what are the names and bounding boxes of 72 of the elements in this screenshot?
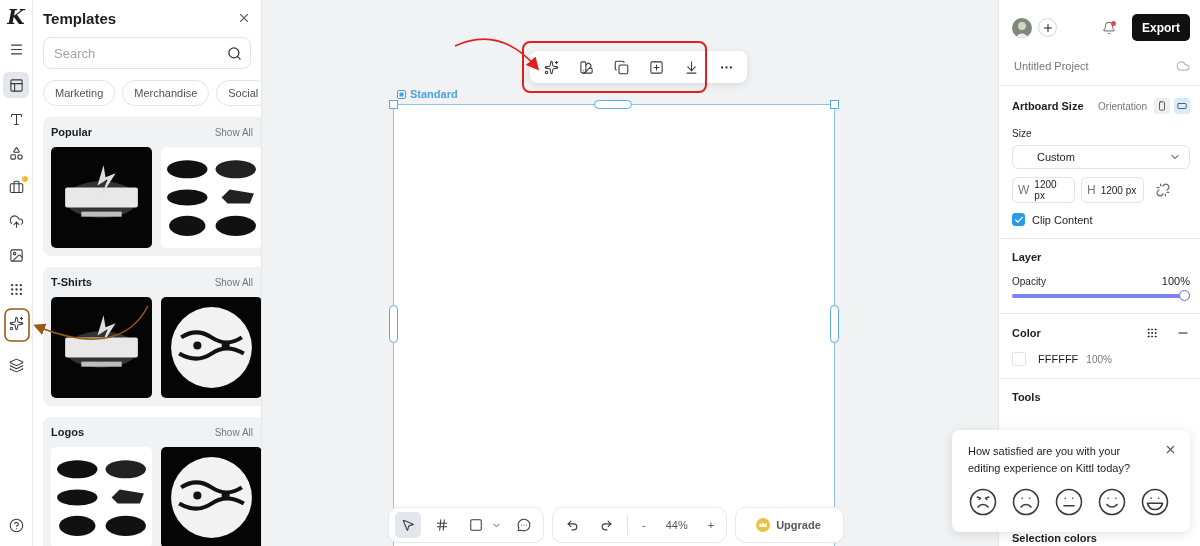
section-title: Popular (51, 126, 92, 138)
resize-handle[interactable] (389, 305, 398, 343)
briefcase-icon (8, 179, 24, 195)
section-title: T-Shirts (51, 276, 92, 288)
zoom-level: 44% (664, 519, 689, 531)
help-icon (8, 517, 24, 533)
avatar[interactable] (1012, 17, 1032, 38)
close-icon[interactable] (237, 11, 251, 25)
portrait-icon[interactable] (1154, 98, 1170, 114)
menu-icon (8, 41, 24, 57)
search-field[interactable]: Search (43, 37, 251, 69)
landscape-icon[interactable] (1174, 98, 1190, 114)
show-all-link[interactable]: Show All (214, 276, 253, 288)
sad-face-icon[interactable] (1011, 487, 1041, 517)
panel-title: Templates (43, 9, 117, 27)
hex-value[interactable]: FFFFFF (1038, 353, 1079, 365)
nav-button[interactable] (3, 72, 29, 98)
show-all-link[interactable]: Show All (214, 426, 253, 438)
orientation-label: Orientation (1098, 100, 1147, 112)
height-field[interactable]: H 1200 px (1081, 177, 1144, 203)
laugh-face-icon[interactable] (1140, 487, 1170, 517)
resize-handle[interactable] (389, 100, 398, 109)
bell-icon[interactable] (1102, 20, 1116, 35)
resize-handle[interactable] (594, 100, 632, 109)
sparkle-icon (8, 315, 24, 331)
resize-handle[interactable] (830, 305, 839, 343)
section-title: Artboard Size (1012, 100, 1084, 112)
crown-icon (756, 518, 771, 532)
section-title: Color (1012, 327, 1041, 339)
smile-face-icon[interactable] (1097, 487, 1127, 517)
dots-grid-icon (8, 281, 24, 297)
close-icon[interactable] (1164, 443, 1177, 456)
layers-icon (8, 357, 24, 373)
slider-thumb[interactable] (1179, 290, 1190, 301)
logo[interactable]: K (7, 6, 25, 28)
zoom-in-button[interactable]: + (701, 519, 721, 531)
upgrade-button[interactable]: Upgrade (735, 507, 844, 543)
search-icon[interactable] (227, 46, 242, 61)
highlight-frame (4, 308, 30, 342)
image-icon (8, 247, 24, 263)
dots-icon[interactable] (1146, 327, 1158, 339)
opacity-label: Opacity (1012, 275, 1046, 287)
checkbox[interactable] (1012, 213, 1025, 226)
layout-icon (8, 77, 24, 93)
zoom-out-button[interactable]: - (636, 519, 652, 531)
unlink-icon[interactable] (1156, 183, 1170, 197)
export-button[interactable]: Export (1132, 14, 1190, 41)
dropdown-value: Custom (1037, 151, 1075, 163)
text-icon (8, 111, 24, 127)
project-title[interactable]: Untitled Project (1014, 59, 1089, 72)
opacity-slider[interactable] (1012, 290, 1190, 301)
field-label: Size (1012, 128, 1033, 139)
resize-handle[interactable] (830, 100, 839, 109)
pointer-icon[interactable] (395, 512, 421, 538)
upload-icon (8, 213, 24, 229)
angry-face-icon[interactable] (968, 487, 998, 517)
shapes-icon (8, 145, 24, 161)
section-title: Selection colors (1012, 532, 1098, 544)
cloud-icon (1176, 58, 1190, 73)
frame-icon (397, 89, 406, 99)
section-title: Tools (1012, 391, 1042, 403)
section-title: Layer (1012, 251, 1043, 263)
neutral-face-icon[interactable] (1054, 487, 1084, 517)
color-swatch[interactable] (1012, 352, 1026, 366)
feedback-question: How satisfied are you with your editing experience on Kittl today? (968, 444, 1132, 476)
checkbox-label: Clip Content (1032, 213, 1093, 226)
size-dropdown[interactable]: Custom (1012, 145, 1190, 169)
color-opacity[interactable]: 100% (1086, 353, 1112, 365)
section-title: Logos (51, 426, 84, 438)
opacity-value: 100% (1161, 275, 1190, 287)
plus-icon (1041, 21, 1054, 34)
show-all-link[interactable]: Show All (214, 126, 253, 138)
